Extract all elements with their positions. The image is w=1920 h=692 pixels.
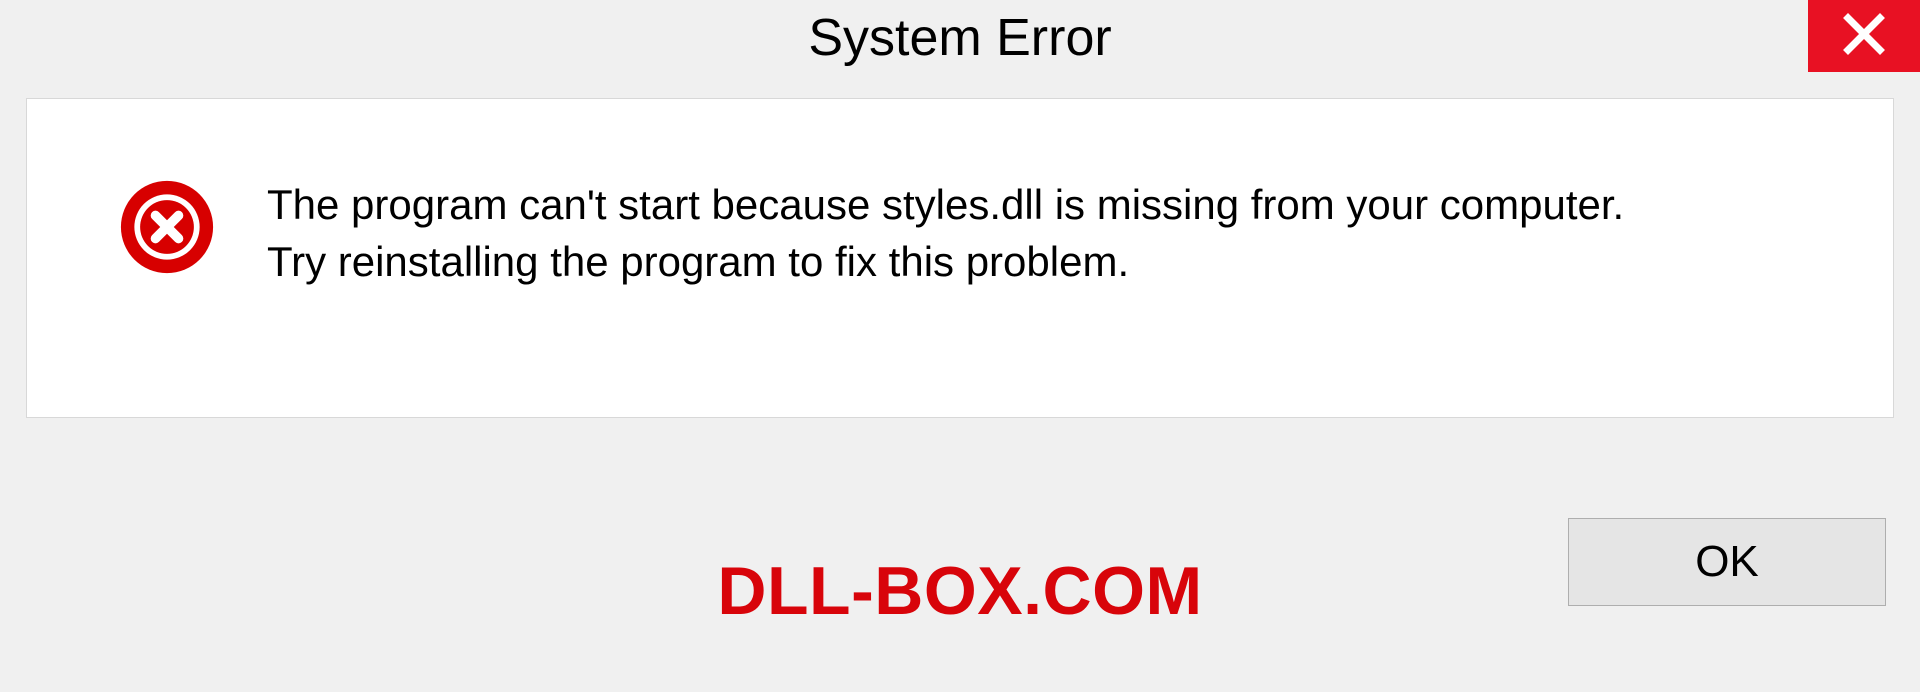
close-icon bbox=[1842, 12, 1886, 61]
error-message-line1: The program can't start because styles.d… bbox=[267, 177, 1624, 234]
error-icon bbox=[119, 179, 215, 275]
window-title: System Error bbox=[808, 8, 1111, 68]
error-message-line2: Try reinstalling the program to fix this… bbox=[267, 234, 1624, 291]
footer-area: DLL-BOX.COM OK bbox=[0, 418, 1920, 692]
brand-watermark: DLL-BOX.COM bbox=[717, 552, 1202, 630]
close-button[interactable] bbox=[1808, 0, 1920, 72]
message-panel: The program can't start because styles.d… bbox=[26, 98, 1894, 418]
titlebar: System Error bbox=[0, 0, 1920, 76]
error-message: The program can't start because styles.d… bbox=[267, 175, 1624, 290]
ok-button[interactable]: OK bbox=[1568, 518, 1886, 606]
error-dialog-window: System Error The program can't start bec… bbox=[0, 0, 1920, 692]
